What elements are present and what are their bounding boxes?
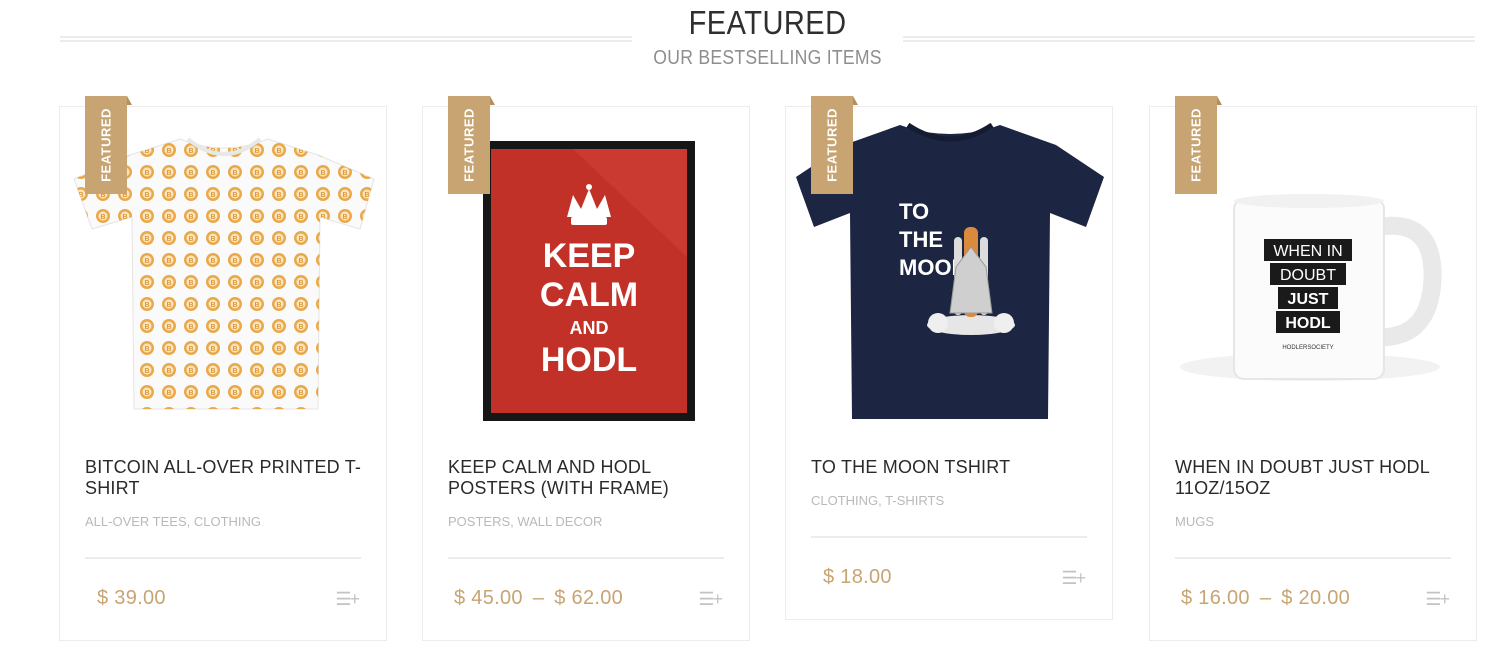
price-from: $ 39.00 xyxy=(97,587,166,609)
product-name[interactable]: WHEN IN DOUBT JUST HODL 11OZ/15OZ xyxy=(1175,457,1455,499)
add-to-cart-icon[interactable]: ☰+ xyxy=(698,589,723,610)
svg-text:THE: THE xyxy=(899,227,943,252)
add-to-cart-icon[interactable]: ☰+ xyxy=(335,589,360,610)
price-separator: – xyxy=(1259,587,1272,609)
product-card[interactable]: WHEN IN DOUBT JUST HODL HODLERSOCIETY FE… xyxy=(1149,96,1477,641)
featured-badge: FEATURED xyxy=(1175,96,1222,194)
product-categories[interactable]: POSTERS, WALL DECOR xyxy=(448,514,602,529)
price-separator: – xyxy=(532,587,545,609)
svg-text:HODL: HODL xyxy=(541,341,637,379)
poster-text: KEEP xyxy=(543,237,636,275)
product-price: $ 39.00 xyxy=(97,587,166,610)
product-name[interactable]: TO THE MOON TSHIRT xyxy=(811,457,1091,478)
product-name[interactable]: KEEP CALM AND HODL POSTERS (WITH FRAME) xyxy=(448,457,728,499)
price-from: $ 16.00 xyxy=(1181,587,1250,609)
product-card[interactable]: KEEP CALM AND HODL FEATURED KEEP CALM AN… xyxy=(422,96,750,641)
product-categories[interactable]: MUGS xyxy=(1175,514,1214,529)
product-card[interactable]: TO THE MOON FEATURED TO THE MOON TSHIRT … xyxy=(785,96,1113,620)
add-to-cart-icon[interactable]: ☰+ xyxy=(1061,568,1086,589)
shirt-text: TO xyxy=(899,199,929,224)
featured-badge: FEATURED xyxy=(85,96,132,194)
svg-text:HODLERSOCIETY: HODLERSOCIETY xyxy=(1282,345,1333,351)
section-subtitle: OUR BESTSELLING ITEMS xyxy=(653,47,882,69)
card-divider xyxy=(1175,557,1451,559)
card-divider xyxy=(85,557,361,559)
product-price: $ 16.00– $ 20.00 xyxy=(1181,587,1350,610)
product-categories[interactable]: CLOTHING, T-SHIRTS xyxy=(811,493,944,508)
product-price: $ 18.00 xyxy=(823,566,892,589)
featured-badge: FEATURED xyxy=(448,96,495,194)
price-from: $ 18.00 xyxy=(823,566,892,588)
svg-text:DOUBT: DOUBT xyxy=(1280,267,1336,284)
card-divider xyxy=(448,557,724,559)
featured-badge: FEATURED xyxy=(811,96,858,194)
product-price: $ 45.00– $ 62.00 xyxy=(454,587,623,610)
mug-text: WHEN IN xyxy=(1273,243,1342,260)
price-to: $ 62.00 xyxy=(554,587,624,609)
card-divider xyxy=(811,536,1087,538)
svg-text:HODL: HODL xyxy=(1285,315,1331,332)
section-header: FEATURED OUR BESTSELLING ITEMS xyxy=(0,0,1500,80)
product-categories[interactable]: ALL-OVER TEES, CLOTHING xyxy=(85,514,261,529)
price-from: $ 45.00 xyxy=(454,587,523,609)
add-to-cart-icon[interactable]: ☰+ xyxy=(1425,589,1450,610)
product-card[interactable]: B FEATURED BITCOIN ALL-OVER PRINTED T-SH… xyxy=(59,96,387,641)
price-to: $ 20.00 xyxy=(1281,587,1351,609)
svg-text:AND: AND xyxy=(570,318,609,338)
svg-text:CALM: CALM xyxy=(540,276,638,314)
svg-text:JUST: JUST xyxy=(1288,291,1329,308)
product-name[interactable]: BITCOIN ALL-OVER PRINTED T-SHIRT xyxy=(85,457,365,499)
section-title: FEATURED xyxy=(688,4,847,41)
